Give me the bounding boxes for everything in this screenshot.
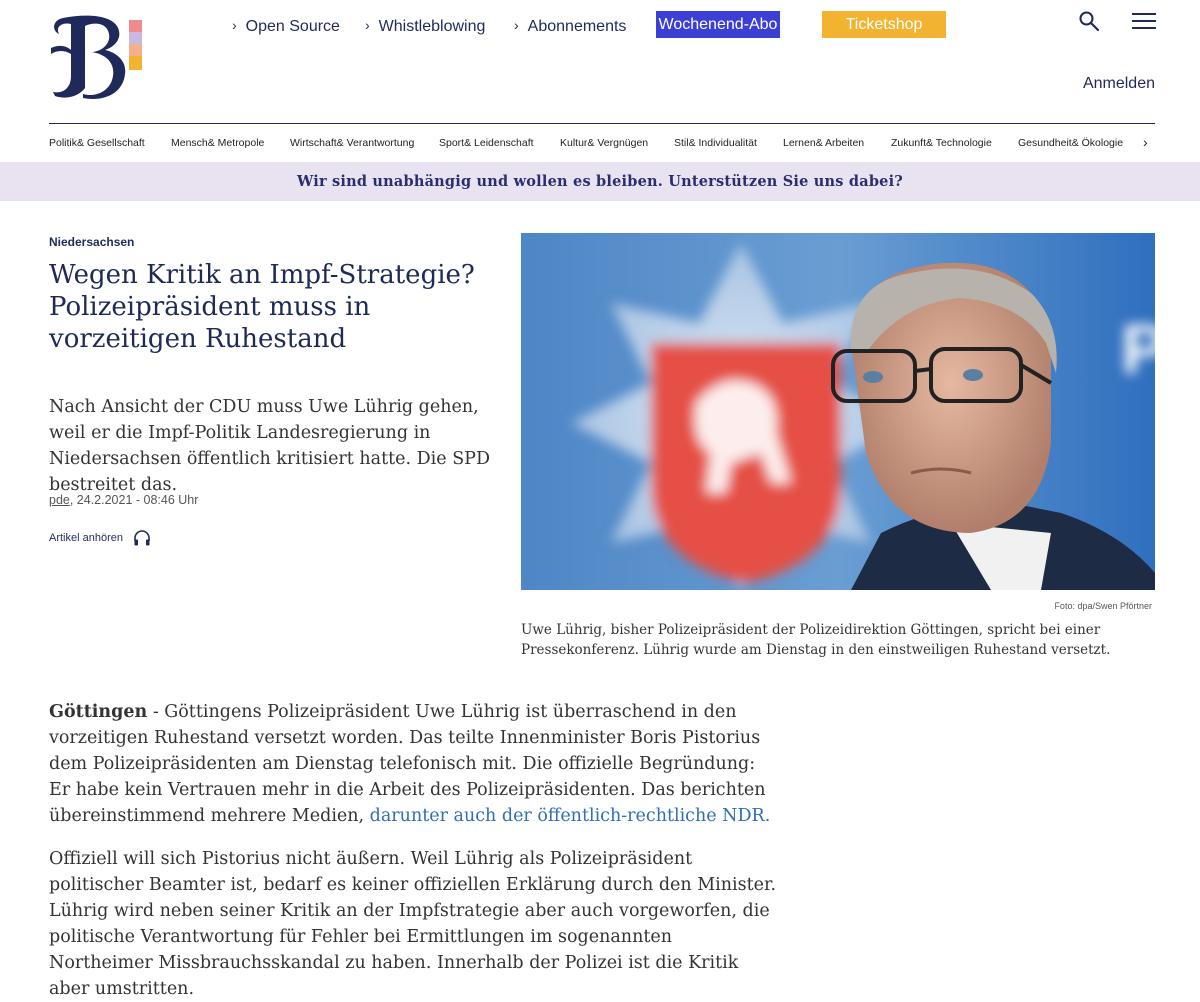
category-kultur[interactable]: Kultur& Vergnügen bbox=[560, 137, 648, 149]
photo-credit: Foto: dpa/Swen Pförtner bbox=[1054, 601, 1152, 611]
category-lernen[interactable]: Lernen& Arbeiten bbox=[783, 137, 864, 149]
article-headline: Wegen Kritik an Impf-Strategie? Polizeip… bbox=[49, 260, 475, 354]
berliner-zeitung-b-logo bbox=[51, 15, 126, 99]
chevron-right-icon: › bbox=[514, 17, 519, 33]
support-banner[interactable]: Wir sind unabhängig und wollen es bleibe… bbox=[0, 162, 1200, 201]
nav-divider bbox=[49, 123, 1155, 124]
article-photo[interactable]: P bbox=[521, 233, 1155, 590]
dateline: Göttingen bbox=[49, 702, 148, 722]
chevron-right-icon: › bbox=[232, 17, 237, 33]
ndr-link[interactable]: darunter auch der öffentlich-rechtliche … bbox=[370, 806, 771, 826]
ticketshop-button[interactable]: Ticketshop bbox=[822, 11, 946, 38]
search-icon[interactable] bbox=[1078, 10, 1100, 32]
logo-color-bar bbox=[129, 44, 142, 56]
wochenend-abo-button[interactable]: Wochenend-Abo bbox=[656, 11, 780, 38]
nav-whistleblowing[interactable]: › Whistleblowing bbox=[365, 14, 485, 38]
photo-caption: Uwe Lührig, bisher Polizeipräsident der … bbox=[521, 622, 1111, 658]
nav-abonnements[interactable]: › Abonnements bbox=[514, 14, 626, 38]
article-kicker[interactable]: Niedersachsen bbox=[49, 235, 134, 249]
hamburger-menu-icon[interactable] bbox=[1132, 12, 1156, 30]
logo-color-bar bbox=[129, 20, 142, 32]
category-zukunft[interactable]: Zukunft& Technologie bbox=[891, 137, 992, 149]
nav-open-source[interactable]: › Open Source bbox=[232, 14, 340, 38]
category-wirtschaft[interactable]: Wirtschaft& Verantwortung bbox=[290, 137, 414, 149]
article-teaser: Nach Ansicht der CDU muss Uwe Lührig geh… bbox=[49, 397, 490, 495]
article-paragraph: Offiziell will sich Pistorius nicht äuße… bbox=[49, 849, 777, 999]
logo-color-bar bbox=[129, 56, 142, 70]
logo-color-bar bbox=[129, 32, 142, 44]
article-byline: pde, 24.2.2021 - 08:46 Uhr bbox=[49, 493, 198, 507]
category-sport[interactable]: Sport& Leidenschaft bbox=[439, 137, 534, 149]
berliner-zeitung-logo[interactable] bbox=[49, 14, 145, 100]
login-link[interactable]: Anmelden bbox=[1060, 75, 1155, 93]
category-stil[interactable]: Stil& Individualität bbox=[674, 137, 757, 149]
article-paragraph: Göttingen - Göttingens Polizeipräsident … bbox=[49, 699, 779, 829]
svg-text:P: P bbox=[1121, 310, 1155, 388]
article-date: , 24.2.2021 - 08:46 Uhr bbox=[69, 493, 199, 507]
category-mensch[interactable]: Mensch& Metropole bbox=[171, 137, 264, 149]
category-gesundheit[interactable]: Gesundheit& Ökologie bbox=[1018, 137, 1123, 149]
category-politik[interactable]: Politik& Gesellschaft bbox=[49, 137, 145, 149]
author-link[interactable]: pde bbox=[49, 493, 70, 507]
headphones-icon[interactable] bbox=[133, 529, 151, 547]
chevron-right-icon[interactable]: › bbox=[1143, 134, 1148, 150]
listen-article-button[interactable]: Artikel anhören bbox=[49, 532, 123, 544]
chevron-right-icon: › bbox=[365, 17, 370, 33]
